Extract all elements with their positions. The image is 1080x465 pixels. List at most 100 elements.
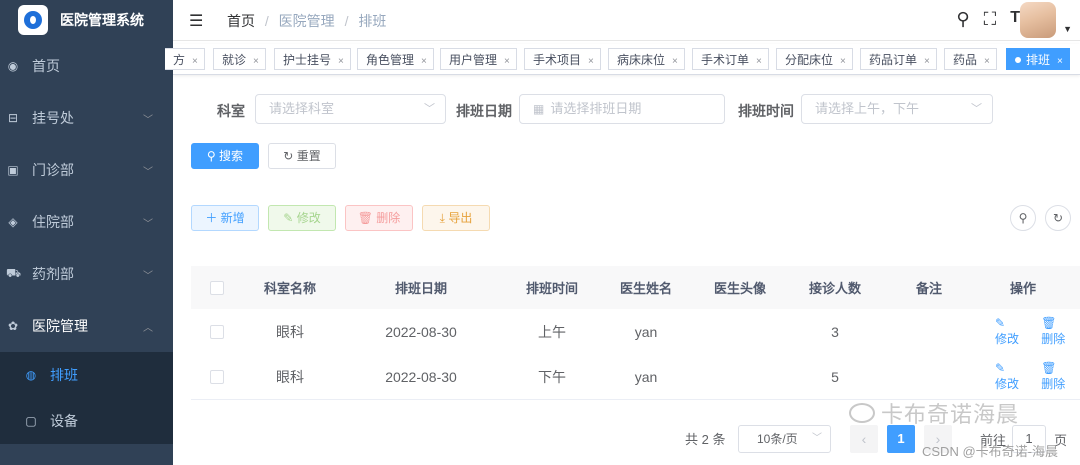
refresh-button[interactable]: ↻ bbox=[1045, 205, 1071, 231]
header-select-all[interactable] bbox=[191, 266, 243, 309]
tag-item[interactable]: 方 × bbox=[165, 48, 205, 70]
search-button[interactable]: ⚲ 搜索 bbox=[191, 143, 259, 169]
row-select[interactable] bbox=[191, 354, 243, 399]
tag-item-active[interactable]: 排班 × bbox=[1006, 48, 1070, 70]
chevron-down-icon: ﹀ bbox=[143, 114, 153, 126]
row-edit-link[interactable]: ✎修改 bbox=[985, 316, 1021, 347]
tag-item[interactable]: 药品 × bbox=[944, 48, 997, 70]
tag-item[interactable]: 手术项目 × bbox=[524, 48, 601, 70]
cell-doctor: yan bbox=[634, 323, 658, 340]
row-delete-link[interactable]: 🗑删除 bbox=[1031, 361, 1071, 392]
close-icon[interactable]: × bbox=[588, 56, 594, 67]
close-icon[interactable]: × bbox=[924, 56, 930, 67]
sidebar-item-hospital-management[interactable]: ✿ 医院管理 ︿ bbox=[0, 300, 173, 352]
cell-dept: 眼科 bbox=[276, 368, 304, 385]
tag-item[interactable]: 就诊 × bbox=[213, 48, 266, 70]
cell-dept: 眼科 bbox=[276, 323, 304, 340]
tag-item[interactable]: 用户管理 × bbox=[440, 48, 517, 70]
font-size-icon[interactable]: T bbox=[1010, 9, 1020, 30]
cell-actions: ✎修改 🗑删除 bbox=[975, 354, 1071, 399]
table-row: 眼科 2022-08-30 下午 yan 5 ✎修改 🗑删除 bbox=[191, 354, 1080, 400]
delete-button[interactable]: 🗑 删除 bbox=[345, 205, 413, 231]
checkbox[interactable] bbox=[210, 280, 224, 295]
tag-item[interactable]: 护士挂号 × bbox=[274, 48, 351, 70]
checkbox[interactable] bbox=[210, 369, 224, 384]
close-icon[interactable]: × bbox=[192, 56, 198, 67]
sidebar-item-clinic[interactable]: ▣ 门诊部 ﹀ bbox=[0, 144, 173, 196]
sidebar-item-home[interactable]: ◉ 首页 bbox=[0, 40, 173, 92]
dept-select[interactable]: 请选择科室 ﹀ bbox=[255, 94, 446, 124]
equipment-icon: ▢ bbox=[25, 414, 37, 428]
sidebar-item-label: 挂号处 bbox=[32, 110, 74, 126]
sidebar-item-equipment[interactable]: ▢ 设备 bbox=[0, 398, 173, 444]
column-header: 科室名称 bbox=[263, 281, 316, 296]
sidebar-item-schedule[interactable]: ◍ 排班 bbox=[0, 352, 173, 398]
trash-icon: 🗑 bbox=[1041, 361, 1057, 375]
sidebar-item-label: 排班 bbox=[50, 367, 78, 383]
logo-area[interactable]: 医院管理系统 bbox=[0, 0, 173, 40]
wechat-icon bbox=[849, 403, 875, 423]
dashboard-icon: ◉ bbox=[7, 59, 19, 73]
column-header: 接诊人数 bbox=[808, 281, 861, 296]
tag-item[interactable]: 角色管理 × bbox=[357, 48, 434, 70]
search-icon: ⚲ bbox=[1018, 211, 1028, 225]
refresh-icon: ↻ bbox=[283, 149, 297, 163]
add-button[interactable]: ＋ 新增 bbox=[191, 205, 259, 231]
cell-actions: ✎修改 🗑删除 bbox=[975, 309, 1071, 354]
submenu: ◍ 排班 ▢ 设备 bbox=[0, 352, 173, 444]
checkbox[interactable] bbox=[210, 324, 224, 339]
fullscreen-icon[interactable]: ⛶ bbox=[984, 9, 997, 30]
edit-button[interactable]: ✎ 修改 bbox=[268, 205, 336, 231]
cell-time: 下午 bbox=[538, 368, 566, 385]
toggle-search-button[interactable]: ⚲ bbox=[1010, 205, 1036, 231]
chevron-down-icon: ﹀ bbox=[143, 218, 153, 230]
close-icon[interactable]: × bbox=[1057, 56, 1063, 67]
sidebar-item-inpatient[interactable]: ◈ 住院部 ﹀ bbox=[0, 196, 173, 248]
column-header: 排班日期 bbox=[394, 281, 447, 296]
time-label: 排班时间 bbox=[738, 103, 794, 119]
close-icon[interactable]: × bbox=[672, 56, 678, 67]
tag-item[interactable]: 手术订单 × bbox=[692, 48, 769, 70]
chevron-down-icon: ﹀ bbox=[143, 166, 153, 178]
tag-item[interactable]: 病床床位 × bbox=[608, 48, 685, 70]
sidebar-item-label: 首页 bbox=[32, 58, 60, 74]
time-select[interactable]: 请选择上午，下午 ﹀ bbox=[801, 94, 993, 124]
export-button[interactable]: ⤓ 导出 bbox=[422, 205, 490, 231]
sidebar-item-label: 住院部 bbox=[32, 214, 74, 230]
chevron-down-icon: ﹀ bbox=[971, 103, 982, 115]
hamburger-icon[interactable]: ☰ bbox=[189, 11, 203, 31]
close-icon[interactable]: × bbox=[840, 56, 846, 67]
reset-button[interactable]: ↻ 重置 bbox=[268, 143, 336, 169]
tag-item[interactable]: 分配床位 × bbox=[776, 48, 853, 70]
row-edit-link[interactable]: ✎修改 bbox=[985, 361, 1021, 392]
close-icon[interactable]: × bbox=[421, 56, 427, 67]
tag-item[interactable]: 药品订单 × bbox=[860, 48, 937, 70]
close-icon[interactable]: × bbox=[756, 56, 762, 67]
sidebar-item-registration[interactable]: ⊟ 挂号处 ﹀ bbox=[0, 92, 173, 144]
row-select[interactable] bbox=[191, 309, 243, 354]
page-size-select[interactable]: 10条/页 ﹀ bbox=[738, 425, 831, 453]
caret-down-icon[interactable]: ▼ bbox=[1063, 24, 1072, 34]
search-icon[interactable]: ⚲ bbox=[956, 9, 969, 30]
register-icon: ⊟ bbox=[7, 111, 19, 125]
tags-view: 方 × 就诊 × 护士挂号 × 角色管理 × 用户管理 × 手术项目 × 病床床位 × 手术订… bbox=[165, 44, 1080, 75]
chevron-left-icon: ‹ bbox=[861, 431, 867, 447]
close-icon[interactable]: × bbox=[984, 56, 990, 67]
edit-icon: ✎ bbox=[995, 361, 1006, 375]
prev-page-button[interactable]: ‹ bbox=[850, 425, 878, 453]
column-header: 备注 bbox=[915, 281, 942, 296]
row-delete-link[interactable]: 🗑删除 bbox=[1031, 316, 1071, 347]
date-picker[interactable]: ▦ 请选择排班日期 bbox=[519, 94, 725, 124]
app-title: 医院管理系统 bbox=[60, 12, 144, 28]
close-icon[interactable]: × bbox=[338, 56, 344, 67]
trash-icon: 🗑 bbox=[1041, 316, 1057, 330]
close-icon[interactable]: × bbox=[504, 56, 510, 67]
close-icon[interactable]: × bbox=[253, 56, 259, 67]
column-header: 医生头像 bbox=[713, 281, 766, 296]
table-header: 科室名称 排班日期 排班时间 医生姓名 医生头像 接诊人数 备注 操作 bbox=[191, 266, 1080, 310]
breadcrumb-home[interactable]: 首页 bbox=[227, 13, 255, 29]
date-placeholder: 请选择排班日期 bbox=[550, 101, 642, 116]
avatar[interactable] bbox=[1020, 2, 1056, 38]
sidebar-item-pharmacy[interactable]: ⛟ 药剂部 ﹀ bbox=[0, 248, 173, 300]
page-number-current[interactable]: 1 bbox=[887, 425, 915, 453]
